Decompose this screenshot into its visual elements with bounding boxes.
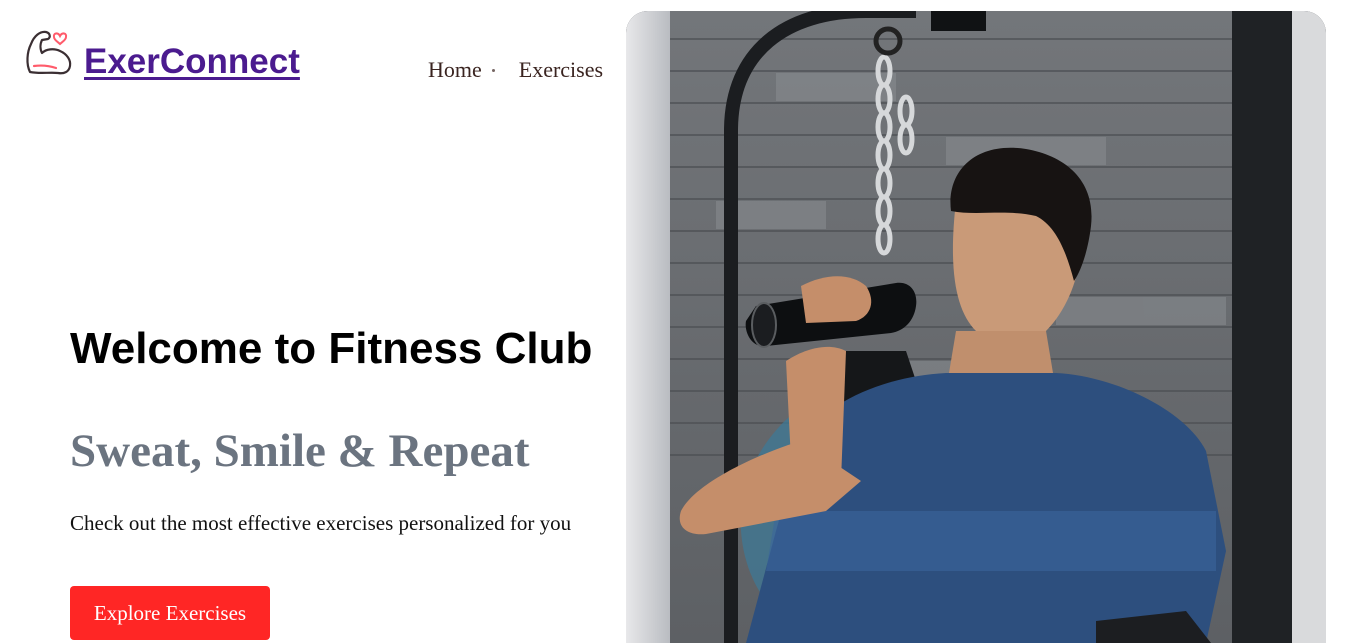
hero-subtitle: Sweat, Smile & Repeat [70, 425, 530, 477]
hero-title: Welcome to Fitness Club [70, 324, 593, 373]
nav-separator [491, 68, 495, 72]
hero-banner-image [626, 11, 1326, 643]
flexed-arm-heart-icon [26, 30, 72, 75]
main-nav: Home Exercises [428, 57, 603, 83]
logo[interactable]: ExerConnect [24, 26, 300, 81]
hero-description: Check out the most effective exercises p… [70, 511, 572, 535]
brand-name[interactable]: ExerConnect [84, 42, 300, 82]
nav-item-home[interactable]: Home [428, 57, 482, 83]
explore-exercises-button[interactable]: Explore Exercises [70, 586, 270, 640]
nav-item-exercises[interactable]: Exercises [519, 57, 603, 83]
